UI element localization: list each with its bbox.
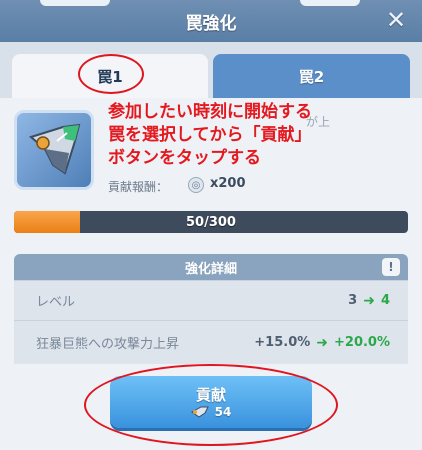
detail-label: 狂暴巨熊への攻撃力上昇	[36, 337, 180, 352]
annotation-line: 参加したい時刻に開始する	[108, 102, 312, 122]
upgrade-details: 強化詳細 ! レベル 3 ➜ 4 狂暴巨熊への攻撃力上昇 +15.0% ➜ +2…	[14, 254, 408, 368]
reward-count: x200	[210, 176, 246, 191]
page-title: 罠強化	[185, 13, 237, 34]
annotation-line: ボタンをタップする	[108, 148, 261, 168]
current-value: 3	[348, 293, 358, 308]
reward-label: 貢献報酬：	[108, 180, 169, 194]
next-value: 4	[380, 293, 390, 308]
detail-row-attack: 狂暴巨熊への攻撃力上昇 +15.0% ➜ +20.0%	[14, 320, 408, 364]
contribute-cost: 54	[110, 405, 312, 419]
detail-row-level: レベル 3 ➜ 4	[14, 280, 408, 320]
upgrade-progress-bar: 50/300	[14, 211, 408, 233]
current-value: +15.0%	[254, 335, 311, 350]
close-icon[interactable]: ✕	[384, 8, 408, 32]
arrow-right-icon: ➜	[316, 334, 328, 351]
tab-trap-1[interactable]: 罠1	[12, 54, 208, 98]
snow-decoration	[40, 0, 110, 6]
tab-label: 罠2	[298, 67, 325, 86]
next-value: +20.0%	[334, 335, 390, 350]
tab-label: 罠1	[97, 67, 123, 86]
shield-blade-icon	[28, 123, 81, 175]
tab-trap-2[interactable]: 罠2	[213, 54, 410, 98]
trap-upgrade-panel: 罠強化 ✕ 罠1 罠2 が上 参加したい時刻に開始する 罠を選択してから「貢献」…	[0, 0, 422, 450]
detail-values: 3 ➜ 4	[348, 281, 390, 320]
details-title: 強化詳細	[184, 261, 237, 277]
annotation-text: 参加したい時刻に開始する 罠を選択してから「貢献」 ボタンをタップする	[108, 101, 378, 170]
info-icon[interactable]: !	[382, 258, 400, 276]
details-header: 強化詳細 !	[14, 254, 408, 280]
coin-icon: ◎	[188, 177, 204, 193]
progress-text: 50/300	[186, 214, 236, 230]
snow-decoration	[300, 0, 360, 6]
header-bar: 罠強化 ✕	[0, 0, 422, 42]
trap-item-icon	[190, 406, 209, 418]
arrow-right-icon: ➜	[363, 292, 375, 309]
detail-label: レベル	[36, 295, 76, 310]
annotation-line: 罠を選択してから「貢献」	[108, 125, 312, 145]
trap-item-slot[interactable]	[14, 110, 94, 190]
contribute-button[interactable]: 貢献 54	[110, 376, 312, 428]
cost-value: 54	[214, 405, 232, 419]
contribute-label: 貢献	[195, 386, 226, 404]
detail-values: +15.0% ➜ +20.0%	[254, 321, 390, 364]
